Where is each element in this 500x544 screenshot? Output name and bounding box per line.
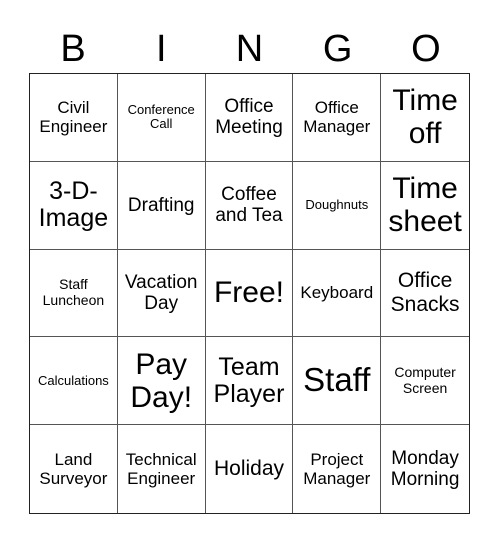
bingo-cell[interactable]: Monday Morning (381, 425, 469, 513)
bingo-cell[interactable]: Drafting (117, 161, 206, 250)
bingo-cell[interactable]: Doughnuts (293, 161, 382, 250)
bingo-cell[interactable]: Conference Call (117, 74, 206, 162)
bingo-cell[interactable]: Civil Engineer (30, 74, 118, 162)
bingo-cell[interactable]: Computer Screen (381, 337, 469, 426)
bingo-cell[interactable]: Vacation Day (117, 249, 206, 338)
bingo-cell[interactable]: Office Meeting (205, 74, 294, 162)
bingo-cell[interactable]: Time off (381, 74, 469, 162)
bingo-cell-free[interactable]: Free! (205, 249, 294, 338)
header-letter-o: O (411, 28, 441, 70)
header-letter-b: B (60, 28, 86, 70)
header-letter-g: G (322, 28, 353, 70)
bingo-cell[interactable]: Project Manager (293, 425, 382, 513)
bingo-cell[interactable]: Pay Day! (117, 337, 206, 426)
bingo-cell[interactable]: Land Surveyor (30, 425, 118, 513)
bingo-header: B I N G O (29, 26, 470, 72)
bingo-cell[interactable]: Office Snacks (381, 250, 469, 338)
bingo-cell[interactable]: Time sheet (381, 162, 469, 250)
bingo-card-grid: Civil Engineer Conference Call Office Me… (29, 73, 470, 514)
bingo-cell[interactable]: Team Player (205, 337, 294, 426)
bingo-cell[interactable]: Coffee and Tea (205, 161, 294, 250)
header-letter-i: I (156, 28, 167, 70)
bingo-cell[interactable]: Holiday (206, 425, 294, 513)
bingo-cell[interactable]: Staff Luncheon (30, 249, 118, 338)
bingo-cell[interactable]: Staff (293, 337, 382, 426)
bingo-cell[interactable]: Technical Engineer (118, 425, 206, 513)
bingo-cell[interactable]: Keyboard (293, 249, 382, 338)
header-letter-n: N (235, 28, 264, 70)
bingo-cell[interactable]: Office Manager (293, 74, 382, 162)
bingo-cell[interactable]: 3-D-Image (30, 161, 118, 250)
bingo-cell[interactable]: Calculations (30, 337, 118, 426)
